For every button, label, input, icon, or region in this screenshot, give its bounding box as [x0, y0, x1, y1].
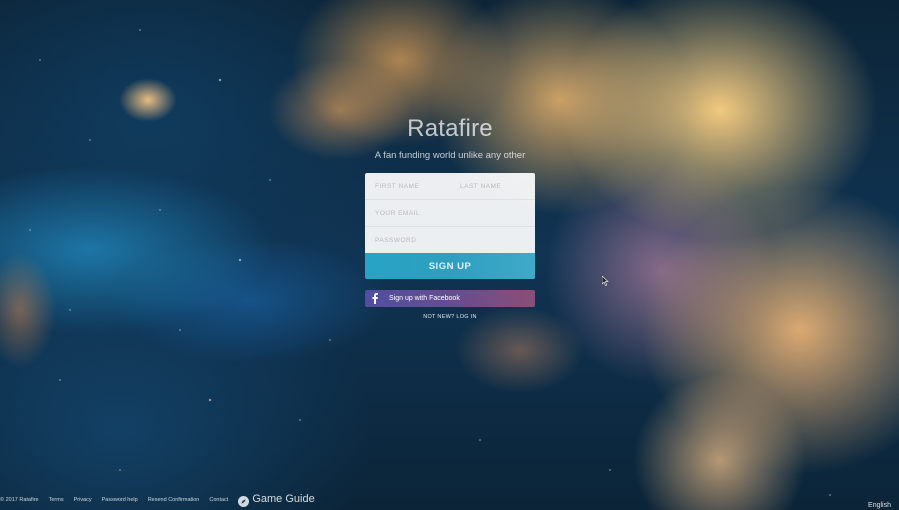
tagline: A fan funding world unlike any other	[374, 150, 526, 161]
compass-icon	[238, 494, 250, 507]
name-row	[365, 173, 535, 200]
login-link[interactable]: NOT NEW? LOG IN	[365, 314, 535, 320]
brand-title: Ratafire	[407, 115, 493, 142]
last-name-input[interactable]	[450, 173, 535, 199]
signup-button[interactable]: SIGN UP	[365, 253, 535, 279]
email-input[interactable]	[365, 200, 535, 226]
facebook-signup-button[interactable]: Sign up with Facebook	[365, 290, 535, 307]
footer-link-password-help[interactable]: Password help	[102, 497, 138, 503]
footer-link-resend-confirmation[interactable]: Resend Confirmation	[148, 497, 200, 503]
password-row	[365, 227, 535, 253]
mouse-cursor-icon	[601, 273, 609, 286]
email-row	[365, 200, 535, 227]
signup-panel: Ratafire A fan funding world unlike any …	[365, 112, 535, 320]
facebook-signup-label: Sign up with Facebook	[389, 295, 460, 302]
password-input[interactable]	[365, 227, 535, 253]
language-selector[interactable]: English	[868, 502, 891, 509]
footer: © 2017 Ratafire Terms Privacy Password h…	[0, 493, 315, 507]
first-name-input[interactable]	[365, 173, 450, 199]
game-guide-link[interactable]: Game Guide	[238, 493, 315, 507]
game-guide-label: Game Guide	[252, 493, 315, 505]
copyright: © 2017 Ratafire	[0, 497, 39, 503]
signup-form	[365, 173, 535, 253]
facebook-icon	[371, 293, 379, 305]
footer-link-terms[interactable]: Terms	[49, 497, 64, 503]
footer-link-contact[interactable]: Contact	[209, 497, 228, 503]
footer-link-privacy[interactable]: Privacy	[74, 497, 92, 503]
